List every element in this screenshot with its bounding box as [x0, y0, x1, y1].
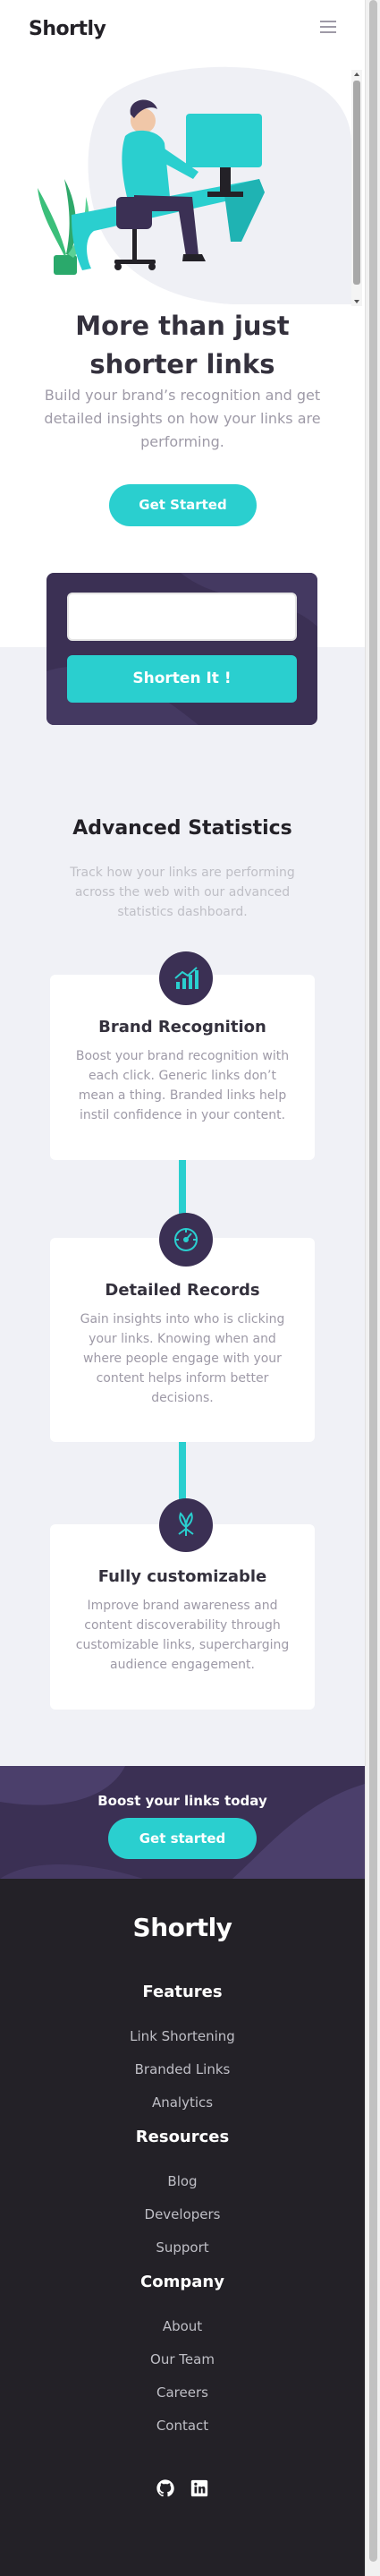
- shorten-form: Shorten It !: [46, 573, 317, 725]
- chart-icon: [159, 951, 213, 1005]
- statistics-title: Advanced Statistics: [72, 817, 292, 840]
- footer-link[interactable]: Careers: [0, 2384, 365, 2401]
- page-scrollbar[interactable]: [365, 0, 380, 2576]
- feature-text: Boost your brand recognition with each c…: [75, 1049, 290, 1122]
- feature-text: Gain insights into who is clicking your …: [80, 1312, 285, 1405]
- feature-title: Fully customizable: [97, 1567, 267, 1586]
- boost-section: Boost your links today Get started: [0, 1766, 365, 1879]
- footer-link[interactable]: About: [0, 2318, 365, 2334]
- feature-text: Improve brand awareness and content disc…: [75, 1599, 290, 1672]
- footer-logo[interactable]: Shortly: [0, 1913, 365, 1942]
- page-scroll-thumb[interactable]: [369, 0, 377, 2562]
- footer-heading-company: Company: [140, 2273, 224, 2291]
- page: Shortly More than just shorter links Bui…: [0, 0, 365, 2576]
- hero-title: More than just shorter links: [75, 311, 290, 380]
- gauge-icon: [159, 1213, 213, 1267]
- scroll-up-icon[interactable]: [354, 73, 359, 76]
- brush-pen-icon: [159, 1498, 213, 1552]
- url-input[interactable]: [67, 593, 297, 641]
- statistics-subtitle: Track how your links are performing acro…: [70, 866, 295, 919]
- hero-scrollbar[interactable]: [351, 70, 362, 306]
- feature-card-detailed-records: Detailed Records Gain insights into who …: [50, 1238, 315, 1442]
- feature-card-fully-customizable: Fully customizable Improve brand awarene…: [50, 1524, 315, 1710]
- feature-title: Brand Recognition: [98, 1018, 266, 1036]
- scroll-thumb[interactable]: [353, 81, 360, 285]
- footer-link[interactable]: Our Team: [0, 2351, 365, 2367]
- footer-link[interactable]: Developers: [0, 2206, 365, 2222]
- logo[interactable]: Shortly: [29, 18, 106, 40]
- shorten-button[interactable]: Shorten It !: [67, 655, 297, 703]
- hamburger-icon[interactable]: [320, 21, 336, 34]
- header: Shortly: [0, 0, 365, 63]
- footer-link[interactable]: Blog: [0, 2173, 365, 2189]
- footer-link[interactable]: Contact: [0, 2418, 365, 2434]
- footer: Shortly Features Link Shortening Branded…: [0, 1879, 365, 2576]
- get-started-button[interactable]: Get Started: [109, 484, 257, 526]
- boost-get-started-button[interactable]: Get started: [108, 1818, 257, 1859]
- boost-title: Boost your links today: [97, 1793, 267, 1809]
- person-working-at-desk-illustration: [38, 66, 351, 304]
- footer-link[interactable]: Analytics: [0, 2094, 365, 2111]
- footer-link[interactable]: Link Shortening: [0, 2028, 365, 2044]
- footer-link[interactable]: Branded Links: [0, 2061, 365, 2077]
- linkedin-icon[interactable]: [190, 2478, 209, 2498]
- footer-link[interactable]: Support: [0, 2239, 365, 2256]
- scroll-down-icon[interactable]: [354, 300, 359, 303]
- footer-heading-resources: Resources: [135, 2128, 230, 2146]
- footer-heading-features: Features: [142, 1983, 223, 2001]
- hero-subtitle: Build your brand’s recognition and get d…: [44, 387, 321, 450]
- github-icon[interactable]: [156, 2478, 175, 2498]
- feature-title: Detailed Records: [105, 1281, 260, 1300]
